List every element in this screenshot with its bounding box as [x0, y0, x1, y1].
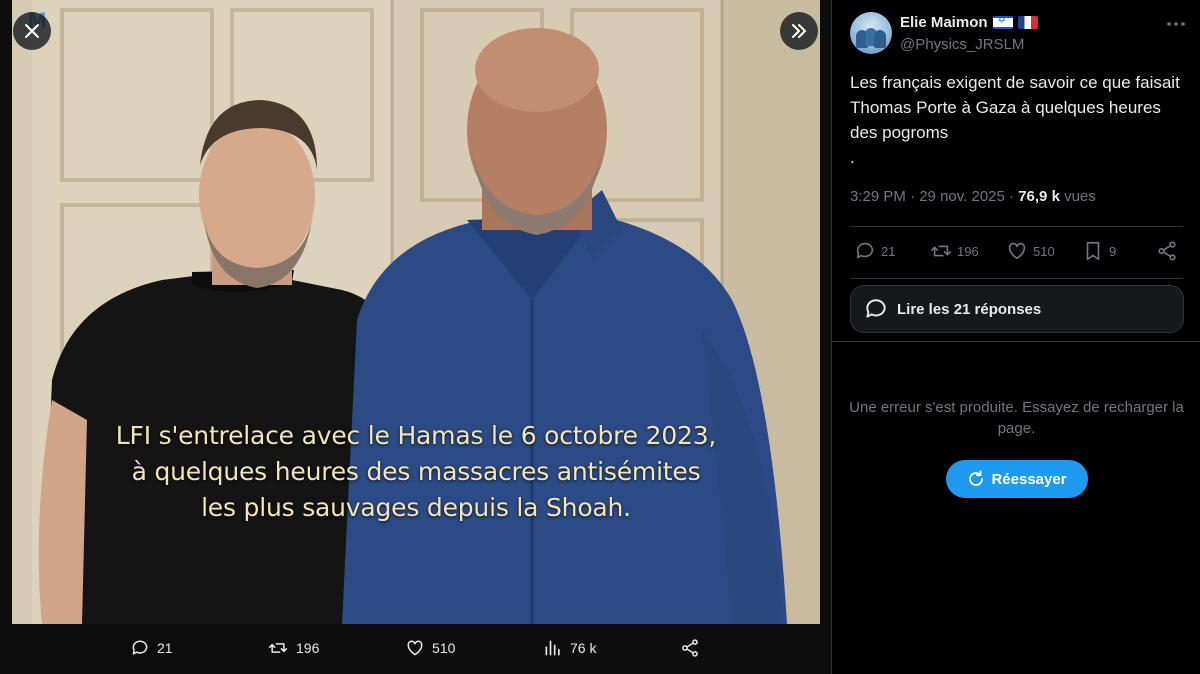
media-like-count: 510 [432, 640, 456, 656]
avatar[interactable] [850, 12, 892, 54]
tweet-actions: 21 196 510 9 [850, 240, 1190, 264]
next-media-button[interactable] [780, 12, 818, 50]
tweet-text: Les français exigent de savoir ce que fa… [850, 73, 1180, 167]
section-divider [832, 341, 1200, 342]
media-viewer: M LFI s'entrelace avec le Hamas le 6 oct… [0, 0, 831, 674]
share-icon [682, 639, 698, 657]
media-like-button[interactable]: 510 [405, 638, 455, 658]
reply-icon [132, 640, 148, 655]
more-options-button[interactable] [1164, 12, 1188, 36]
double-chevron-right-icon [792, 24, 806, 38]
media-reply-button[interactable]: 21 [130, 638, 173, 658]
author-name[interactable]: Elie Maimon [900, 14, 1038, 31]
heart-icon [407, 640, 423, 656]
author-handle[interactable]: @Physics_JRSLM [900, 36, 1024, 53]
media-repost-count: 196 [296, 640, 320, 656]
photo-illustration [12, 0, 820, 624]
meta-separator: · [1009, 188, 1015, 205]
close-icon [25, 24, 39, 38]
retry-button[interactable]: Réessayer [946, 460, 1088, 498]
meta-separator: · [910, 188, 916, 205]
read-replies-button[interactable]: Lire les 21 réponses [850, 285, 1184, 333]
read-replies-label: Lire les 21 réponses [897, 300, 1042, 318]
retry-label: Réessayer [991, 470, 1067, 488]
like-count: 510 [1033, 243, 1055, 259]
share-button[interactable] [1156, 240, 1178, 262]
tweet-panel: Elie Maimon @Physics_JRSLM Les français … [831, 0, 1200, 674]
bookmark-button[interactable]: 9 [1082, 240, 1116, 262]
caption-line-3: les plus sauvages depuis la Shoah. [201, 493, 631, 522]
close-button[interactable] [13, 12, 51, 50]
bookmark-icon [1086, 241, 1100, 261]
reply-button[interactable]: 21 [854, 240, 895, 262]
caption-line-1: LFI s'entrelace avec le Hamas le 6 octob… [115, 421, 717, 450]
refresh-icon [969, 470, 984, 486]
heart-icon [1008, 242, 1026, 260]
more-icon [1167, 22, 1185, 26]
views-count: 76,9 k [1018, 188, 1060, 205]
israel-flag-icon [992, 16, 1013, 29]
share-icon [1158, 241, 1176, 261]
media-action-bar: 21 196 510 76 k [0, 624, 831, 674]
media-views-button[interactable]: 76 k [543, 638, 596, 658]
tweet-time[interactable]: 3:29 PM [850, 188, 906, 205]
reply-count: 21 [881, 243, 896, 259]
repost-button[interactable]: 196 [930, 240, 979, 262]
analytics-icon [545, 640, 560, 656]
repost-icon [931, 245, 951, 257]
divider [850, 278, 1183, 279]
tweet-photo[interactable]: M LFI s'entrelace avec le Hamas le 6 oct… [12, 0, 820, 624]
caption-line-2: à quelques heures des massacres antisémi… [131, 457, 701, 486]
views-label: vues [1064, 188, 1096, 205]
reply-bubble-icon [866, 299, 886, 318]
tweet-date[interactable]: 29 nov. 2025 [919, 188, 1005, 205]
repost-icon [268, 643, 288, 653]
reply-icon [856, 242, 874, 259]
media-repost-button[interactable]: 196 [267, 638, 319, 658]
like-button[interactable]: 510 [1006, 240, 1055, 262]
error-message: Une erreur s'est produite. Essayez de re… [849, 399, 1184, 437]
media-views-count: 76 k [570, 640, 597, 656]
divider [850, 226, 1183, 227]
media-reply-count: 21 [157, 640, 173, 656]
bookmark-count: 9 [1109, 243, 1117, 259]
tweet-meta: 3:29 PM · 29 nov. 2025 · 76,9 k vues [850, 188, 1096, 205]
france-flag-icon [1017, 16, 1038, 29]
media-share-button[interactable] [680, 638, 700, 658]
repost-count: 196 [957, 243, 979, 259]
author-display-name[interactable]: Elie Maimon [900, 14, 988, 31]
image-caption: LFI s'entrelace avec le Hamas le 6 octob… [12, 418, 820, 526]
